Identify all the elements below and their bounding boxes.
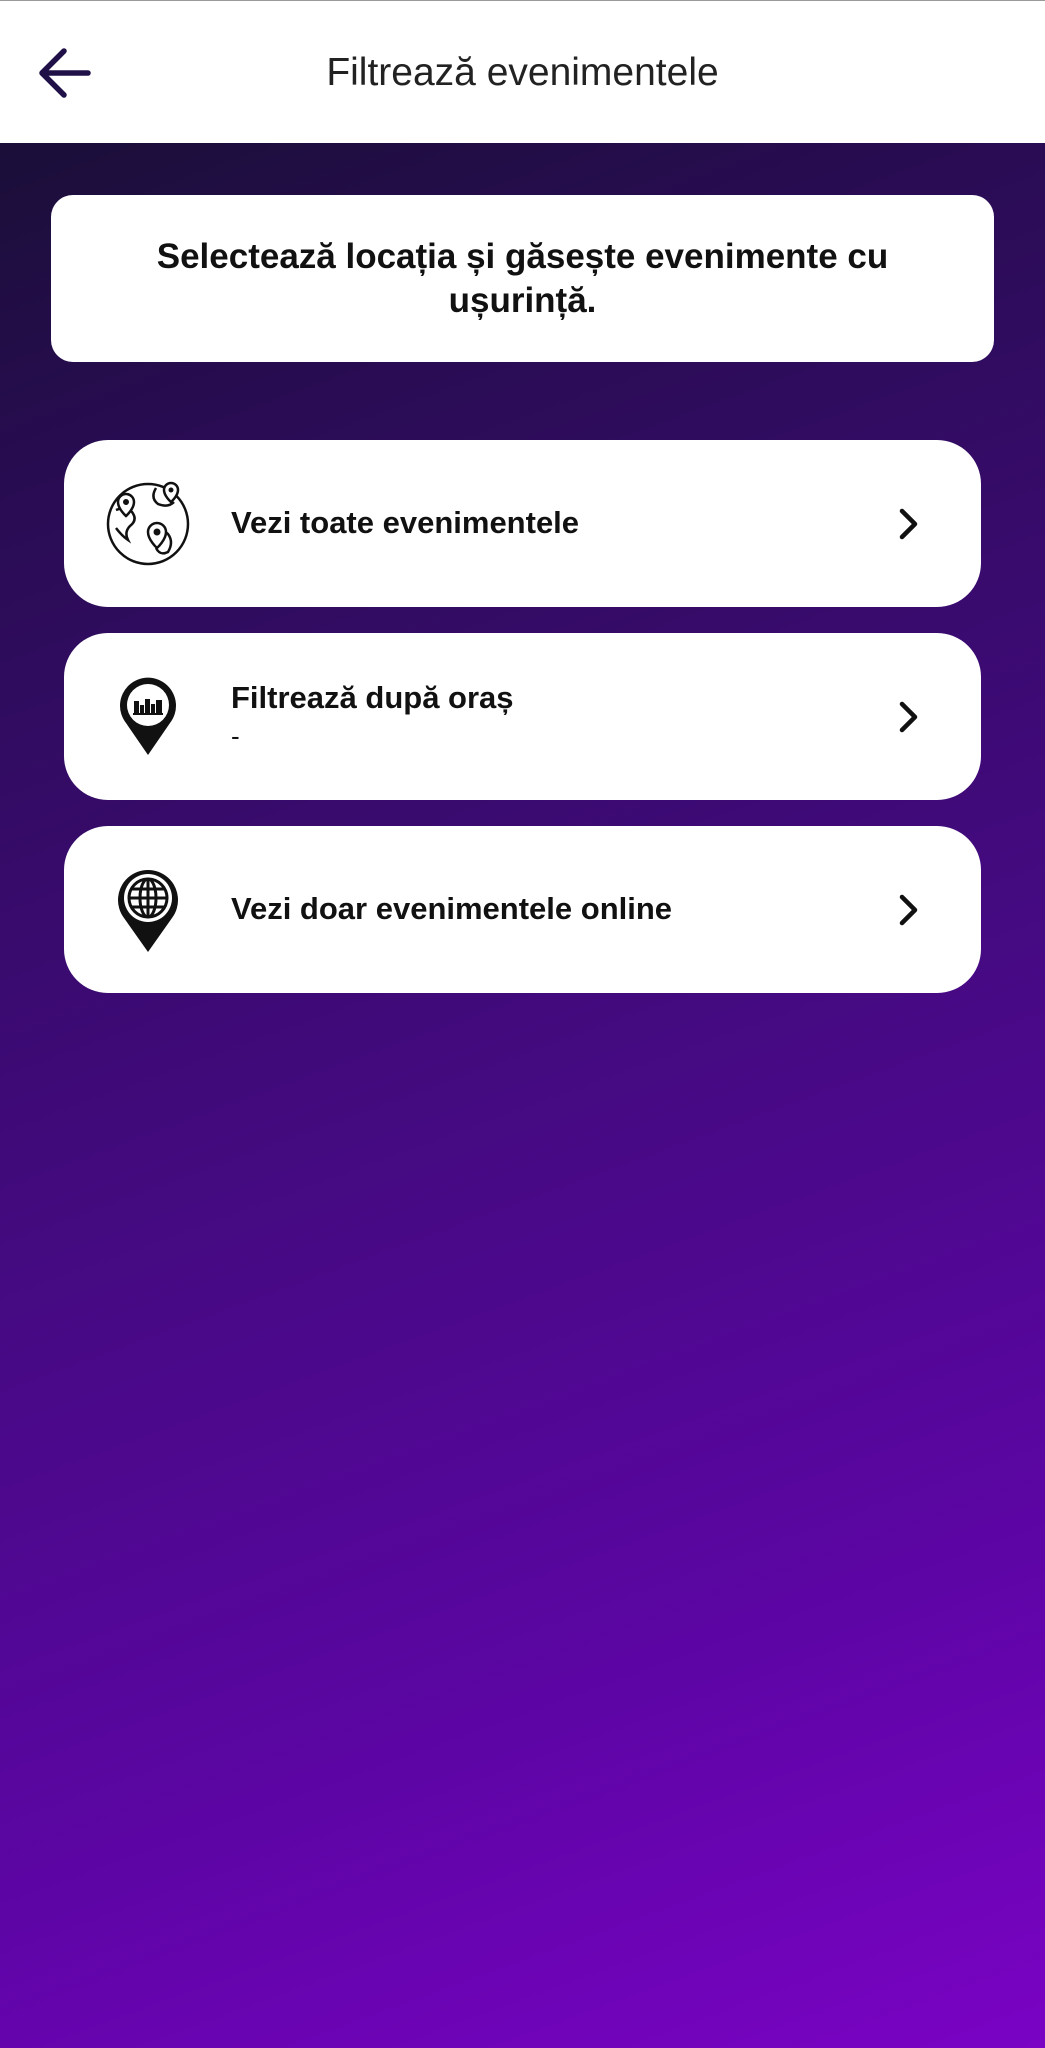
info-card: Selectează locația și găsește evenimente… xyxy=(51,195,994,362)
chevron-right-icon xyxy=(887,695,931,739)
option-label: Filtrează după oraș xyxy=(231,680,514,715)
option-filter-city[interactable]: Filtrează după oraș - xyxy=(64,633,981,800)
option-label: Vezi doar evenimentele online xyxy=(231,891,673,926)
selected-city-value: - xyxy=(231,721,240,751)
globe-pin-icon xyxy=(102,864,194,956)
screen: Filtrează evenimentele Selectează locați… xyxy=(0,0,1045,2048)
page-title: Filtrează evenimentele xyxy=(326,51,719,94)
city-pin-icon xyxy=(102,671,194,763)
option-label: Vezi toate evenimentele xyxy=(231,505,580,540)
globe-pins-icon xyxy=(102,478,194,570)
chevron-right-icon xyxy=(887,888,931,932)
option-online-events[interactable]: Vezi doar evenimentele online xyxy=(64,826,981,993)
info-text: Selectează locația și găsește evenimente… xyxy=(156,236,889,320)
app-bar: Filtrează evenimentele xyxy=(0,0,1045,143)
option-all-events[interactable]: Vezi toate evenimentele xyxy=(64,440,981,607)
chevron-right-icon xyxy=(887,502,931,546)
